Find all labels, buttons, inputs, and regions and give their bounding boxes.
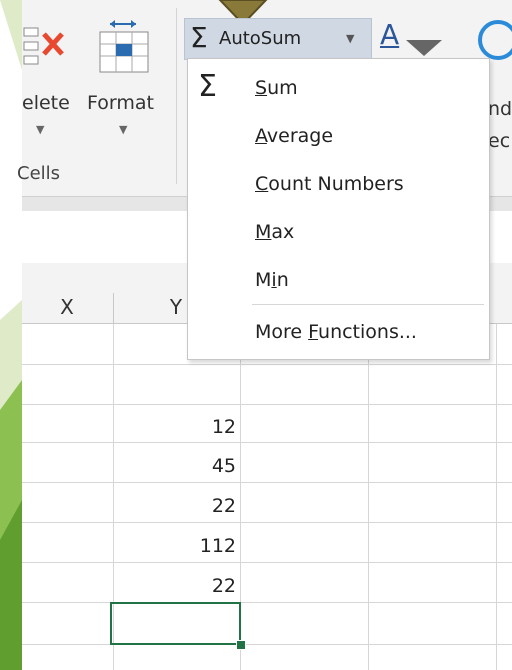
format-dropdown-arrow[interactable]: ▼ [119, 123, 127, 136]
format-button-label[interactable]: Format [87, 92, 154, 114]
menu-item-more-functions[interactable]: More Functions... [188, 311, 489, 355]
menu-item-max[interactable]: Max [188, 211, 489, 255]
delete-dropdown-arrow[interactable]: ▼ [36, 123, 44, 136]
ribbon-group-divider [176, 8, 177, 184]
column-header-x[interactable]: X [22, 263, 112, 323]
spreadsheet-grid[interactable]: 12 45 22 112 22 [22, 324, 512, 670]
cells-group-label: Cells [17, 163, 61, 184]
find-select-label-partial-2[interactable]: ec [488, 130, 510, 152]
clear-dropdown-icon[interactable] [404, 36, 444, 60]
autosum-dropdown-menu: Σ Sum Average Count Numbers Max Min More… [187, 58, 490, 360]
autosum-button[interactable]: Σ AutoSum ▼ [184, 18, 372, 60]
sigma-icon: Σ [190, 21, 208, 54]
font-color-icon[interactable]: A [380, 18, 399, 51]
menu-item-average[interactable]: Average [188, 115, 489, 159]
delete-cells-icon[interactable] [22, 22, 74, 72]
menu-item-count-numbers[interactable]: Count Numbers [188, 163, 489, 207]
format-cells-icon[interactable] [96, 20, 156, 80]
menu-item-sum[interactable]: Sum [188, 67, 489, 111]
cell-y1[interactable]: 12 [112, 416, 236, 438]
delete-button-label[interactable]: elete [22, 92, 70, 114]
autosum-label: AutoSum [219, 28, 302, 49]
menu-separator [252, 304, 484, 305]
cell-y2[interactable]: 45 [112, 455, 236, 477]
find-select-label-partial[interactable]: nd [488, 98, 512, 120]
cell-y4[interactable]: 112 [112, 535, 236, 557]
active-cell-selection[interactable] [110, 602, 241, 645]
menu-item-min[interactable]: Min [188, 259, 489, 303]
cell-y5[interactable]: 22 [112, 575, 236, 597]
cell-y3[interactable]: 22 [112, 495, 236, 517]
fill-handle[interactable] [236, 640, 246, 650]
chevron-down-icon: ▼ [346, 32, 355, 45]
find-icon[interactable] [478, 20, 512, 60]
